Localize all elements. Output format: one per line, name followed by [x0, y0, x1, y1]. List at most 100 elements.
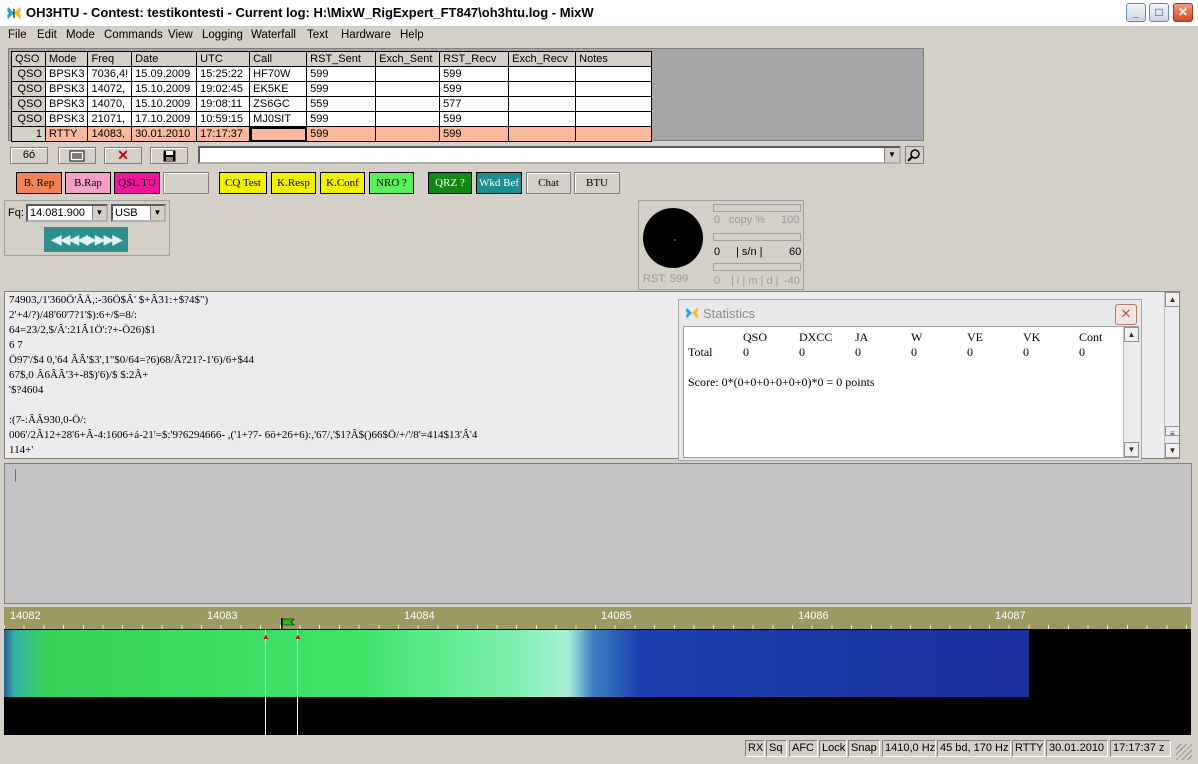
cell-exch-recv[interactable]	[508, 96, 577, 112]
macro-button[interactable]: Chat	[526, 172, 571, 194]
column-header[interactable]: Exch_Sent	[375, 51, 441, 67]
delete-button[interactable]: ✕	[104, 147, 142, 164]
cell-notes[interactable]	[575, 126, 653, 142]
chevron-down-icon[interactable]: ▼	[92, 206, 106, 220]
cell-notes[interactable]	[575, 66, 653, 82]
table-row[interactable]: QSO BPSK3 21071, 17.10.2009 10:59:15 MJ0SIT 59…	[11, 111, 653, 127]
cell-date[interactable]: 15.10.2009	[131, 81, 198, 97]
cell-date[interactable]: 15.09.2009	[131, 66, 198, 82]
macro-button[interactable]: K.Conf	[320, 172, 365, 194]
cell-call[interactable]: MJ0SIT	[249, 111, 308, 127]
column-header[interactable]: QSO	[11, 51, 46, 67]
cell-mode[interactable]: RTTY	[44, 126, 89, 142]
cell-mode[interactable]: BPSK3	[44, 96, 89, 112]
cell-rst-recv[interactable]: 599	[439, 81, 510, 97]
status-rx[interactable]: RX	[745, 740, 765, 757]
cell-rst-recv[interactable]: 599	[439, 111, 510, 127]
cell-rst-recv[interactable]: 599	[439, 126, 510, 142]
status-baud-shift[interactable]: 45 bd, 170 Hz	[937, 740, 1011, 757]
close-button[interactable]: ✕	[1173, 3, 1193, 22]
menu-hardware[interactable]: Hardware	[341, 29, 391, 41]
maximize-button[interactable]: □	[1149, 3, 1169, 22]
macro-button[interactable]	[163, 172, 209, 194]
column-header[interactable]: RST_Sent	[306, 51, 377, 67]
cell-qso[interactable]: QSO	[11, 81, 46, 97]
rx-scrollbar[interactable]: ▲ ≡ ▼	[1164, 292, 1179, 458]
cell-call[interactable]: EK5KE	[249, 81, 308, 97]
tx-flag-icon[interactable]	[280, 618, 296, 630]
cell-rst-sent[interactable]: 599	[306, 81, 377, 97]
status-mode[interactable]: RTTY	[1012, 740, 1045, 757]
scroll-thumb[interactable]: ≡	[1165, 426, 1179, 438]
status-squelch[interactable]: Sq	[766, 740, 787, 757]
frequency-ruler[interactable]: 14082 14083 14084 14085 14086 14087	[4, 607, 1191, 630]
macro-button[interactable]: NRO ?	[369, 172, 414, 194]
cell-mode[interactable]: BPSK3	[44, 66, 89, 82]
lookup-button[interactable]	[905, 146, 924, 164]
status-snap[interactable]: Snap	[848, 740, 880, 757]
cell-freq[interactable]: 14070,	[87, 96, 133, 112]
cell-utc[interactable]: 15:25:22	[196, 66, 251, 82]
frequency-combo[interactable]: 14.081.900 ▼	[26, 204, 108, 222]
waterfall-spectrum[interactable]	[4, 630, 1029, 697]
title-bar[interactable]: OH3HTU - Contest: testikontesti - Curren…	[0, 0, 1198, 27]
cell-freq[interactable]: 14083,	[87, 126, 133, 142]
column-header[interactable]: Mode	[44, 51, 89, 67]
column-header[interactable]: Freq	[87, 51, 133, 67]
menu-text[interactable]: Text	[307, 29, 328, 41]
cell-exch-recv[interactable]	[508, 111, 577, 127]
callsign-input[interactable]: ▼	[198, 146, 901, 164]
menu-mode[interactable]: Mode	[66, 29, 95, 41]
menu-commands[interactable]: Commands	[104, 29, 163, 41]
cell-rst-recv[interactable]: 577	[439, 96, 510, 112]
cell-call[interactable]: ZS6GC	[249, 96, 308, 112]
statistics-scrollbar[interactable]: ▲ ▼	[1123, 327, 1139, 457]
cell-rst-sent[interactable]: 599	[306, 126, 377, 142]
column-header[interactable]: RST_Recv	[439, 51, 510, 67]
scroll-down-icon[interactable]: ▼	[1165, 443, 1179, 458]
binoculars-button[interactable]: 6ó	[10, 147, 48, 164]
column-header[interactable]: Date	[131, 51, 198, 67]
macro-button[interactable]: B. Rep	[16, 172, 62, 194]
scroll-up-icon[interactable]: ▲	[1124, 327, 1139, 342]
column-header[interactable]: Call	[249, 51, 308, 67]
save-button[interactable]	[150, 147, 188, 164]
status-audio-frequency[interactable]: 1410,0 Hz	[882, 740, 936, 757]
menu-view[interactable]: View	[168, 29, 193, 41]
cell-call[interactable]: HF70W	[249, 66, 308, 82]
cell-freq[interactable]: 21071,	[87, 111, 133, 127]
scroll-down-icon[interactable]: ▼	[1124, 442, 1139, 457]
cell-utc[interactable]: 10:59:15	[196, 111, 251, 127]
status-lock[interactable]: Lock	[819, 740, 847, 757]
minimize-button[interactable]: _	[1126, 3, 1146, 22]
space-cursor-line[interactable]	[297, 630, 298, 735]
menu-help[interactable]: Help	[400, 29, 424, 41]
cell-qso[interactable]: QSO	[11, 66, 46, 82]
macro-button[interactable]: Wkd Bef	[476, 172, 522, 194]
cell-rst-sent[interactable]: 599	[306, 66, 377, 82]
macro-button[interactable]: QSL TU	[114, 172, 160, 194]
scroll-up-icon[interactable]: ▲	[1165, 292, 1179, 307]
macro-button[interactable]: B.Rap	[65, 172, 111, 194]
cell-freq[interactable]: 7036,4!	[87, 66, 133, 82]
cell-utc[interactable]: 17:17:37	[196, 126, 251, 142]
sideband-select[interactable]: USB ▼	[111, 204, 166, 222]
cell-date[interactable]: 30.01.2010	[131, 126, 198, 142]
cell-exch-sent[interactable]	[375, 96, 441, 112]
cell-rst-recv[interactable]: 599	[439, 66, 510, 82]
menu-file[interactable]: File	[8, 29, 27, 41]
cell-qso[interactable]: QSO	[11, 111, 46, 127]
cell-mode[interactable]: BPSK3	[44, 81, 89, 97]
cell-date[interactable]: 17.10.2009	[131, 111, 198, 127]
cell-exch-recv[interactable]	[508, 66, 577, 82]
cell-notes[interactable]	[575, 111, 653, 127]
cell-utc[interactable]: 19:02:45	[196, 81, 251, 97]
table-row[interactable]: 1 RTTY 14083, 30.01.2010 17:17:37 599 599	[11, 126, 653, 142]
macro-button[interactable]: QRZ ?	[428, 172, 472, 194]
table-row[interactable]: QSO BPSK3 14072, 15.10.2009 19:02:45 EK5KE 599…	[11, 81, 653, 97]
column-header[interactable]: UTC	[196, 51, 251, 67]
cell-call[interactable]	[249, 126, 308, 142]
transmit-text-window[interactable]	[4, 463, 1192, 604]
macro-button[interactable]: BTU	[574, 172, 620, 194]
table-row[interactable]: QSO BPSK3 14070, 15.10.2009 19:08:11 ZS6GC 559…	[11, 96, 653, 112]
